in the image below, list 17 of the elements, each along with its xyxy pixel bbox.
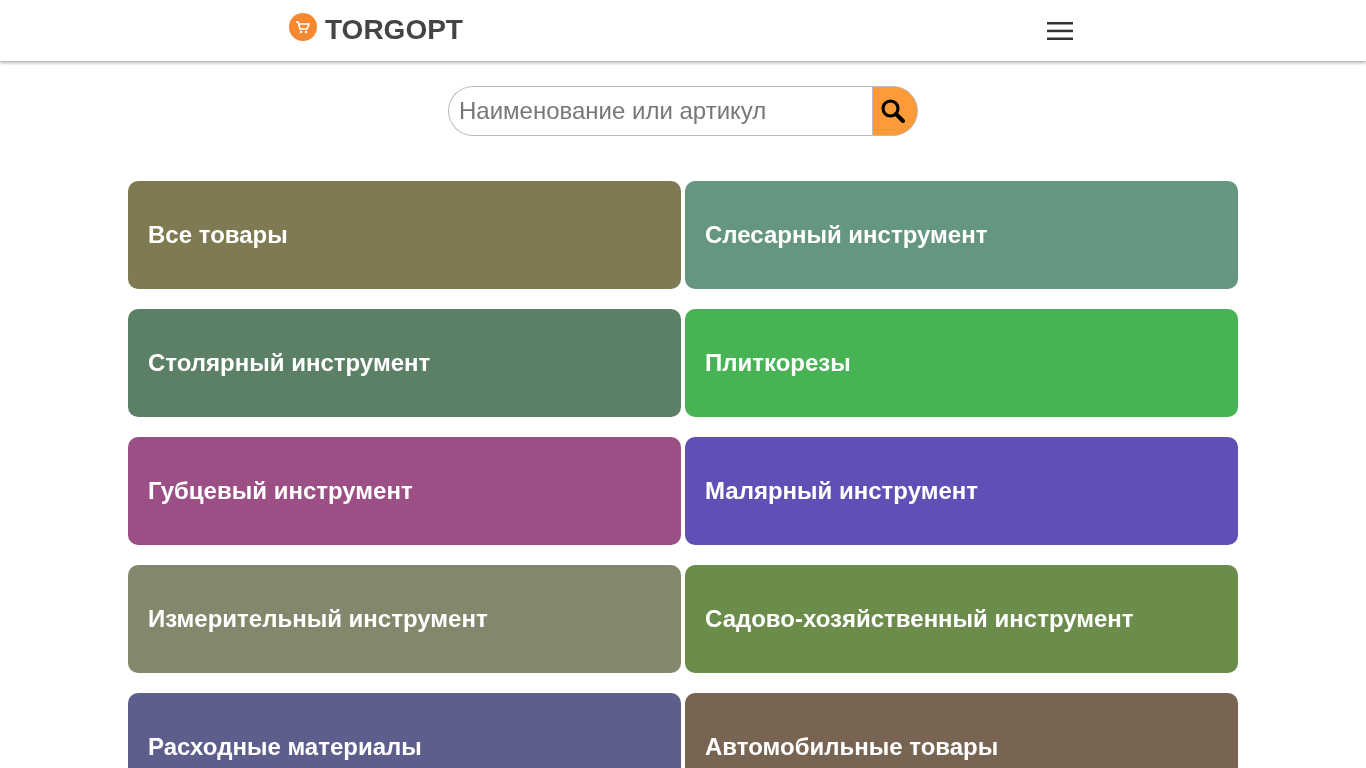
search-button[interactable]	[872, 86, 918, 136]
logo-link[interactable]: TORGOPT	[289, 13, 463, 46]
cart-icon	[289, 12, 317, 41]
category-tile[interactable]: Расходные материалы	[128, 693, 681, 768]
menu-icon	[1047, 20, 1073, 41]
category-tile[interactable]: Слесарный инструмент	[685, 181, 1238, 289]
category-tile[interactable]: Садово-хозяйственный инструмент	[685, 565, 1238, 673]
search-icon	[880, 98, 906, 124]
category-tile[interactable]: Все товары	[128, 181, 681, 289]
category-tile[interactable]: Губцевый инструмент	[128, 437, 681, 545]
search-field[interactable]: Наименование или артикул	[448, 86, 872, 136]
category-tile[interactable]: Столярный инструмент	[128, 309, 681, 417]
menu-button[interactable]	[1047, 20, 1073, 41]
category-tile[interactable]: Автомобильные товары	[685, 693, 1238, 768]
category-tile[interactable]: Измерительный инструмент	[128, 565, 681, 673]
category-tile[interactable]: Плиткорезы	[685, 309, 1238, 417]
category-tile[interactable]: Малярный инструмент	[685, 437, 1238, 545]
